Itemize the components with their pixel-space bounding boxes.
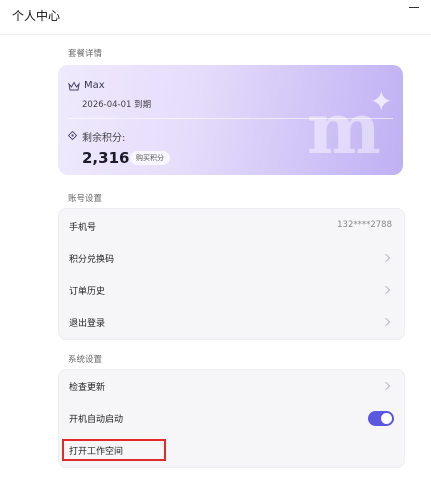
sparkle-icon: ✦ xyxy=(369,85,393,118)
row-check-update[interactable]: 检查更新 xyxy=(59,371,404,403)
chevron-right-icon xyxy=(381,253,391,263)
redeem-code-label: 积分兑换码 xyxy=(69,255,115,265)
title-divider xyxy=(0,34,431,35)
diamond-icon xyxy=(68,131,77,140)
row-redeem-code[interactable]: 积分兑换码 xyxy=(59,243,404,275)
card-divider xyxy=(68,118,393,119)
system-section-label: 系统设置 xyxy=(68,355,103,365)
highlight-box xyxy=(62,439,166,461)
toggle-knob xyxy=(381,413,392,424)
chevron-right-icon xyxy=(381,285,391,295)
order-history-label: 订单历史 xyxy=(69,287,106,297)
plan-name: Max xyxy=(84,80,105,91)
check-update-label: 检查更新 xyxy=(69,383,106,393)
row-logout[interactable]: 退出登录 xyxy=(59,307,404,339)
plan-card: m ✦ Max 2026-04-01 到期 剩余积分: 2,316 购买积分 xyxy=(58,65,403,175)
account-settings-group: 手机号 132****2788 积分兑换码 订单历史 退出登录 xyxy=(58,208,405,340)
row-phone[interactable]: 手机号 132****2788 xyxy=(59,211,404,243)
auto-start-label: 开机自动启动 xyxy=(69,415,124,425)
credits-value: 2,316 xyxy=(82,149,130,167)
phone-value: 132****2788 xyxy=(337,220,392,230)
title-bar: 个人中心 xyxy=(0,0,431,34)
buy-credits-button[interactable]: 购买积分 xyxy=(130,151,170,165)
chevron-right-icon xyxy=(381,317,391,327)
plan-section-label: 套餐详情 xyxy=(68,49,103,59)
plan-expiry: 2026-04-01 到期 xyxy=(82,100,152,110)
row-order-history[interactable]: 订单历史 xyxy=(59,275,404,307)
chevron-right-icon xyxy=(381,381,391,391)
logout-label: 退出登录 xyxy=(69,319,106,329)
row-auto-start: 开机自动启动 xyxy=(59,403,404,435)
account-section-label: 账号设置 xyxy=(68,194,103,204)
auto-start-toggle[interactable] xyxy=(368,411,394,426)
window-title: 个人中心 xyxy=(12,9,61,23)
credits-label: 剩余积分: xyxy=(82,133,126,144)
crown-icon xyxy=(68,81,80,91)
profile-window: 个人中心 套餐详情 m ✦ Max 2026-04-01 到期 剩余积分: 2,… xyxy=(0,0,431,500)
phone-label: 手机号 xyxy=(69,223,97,233)
minimize-button[interactable] xyxy=(409,7,419,16)
